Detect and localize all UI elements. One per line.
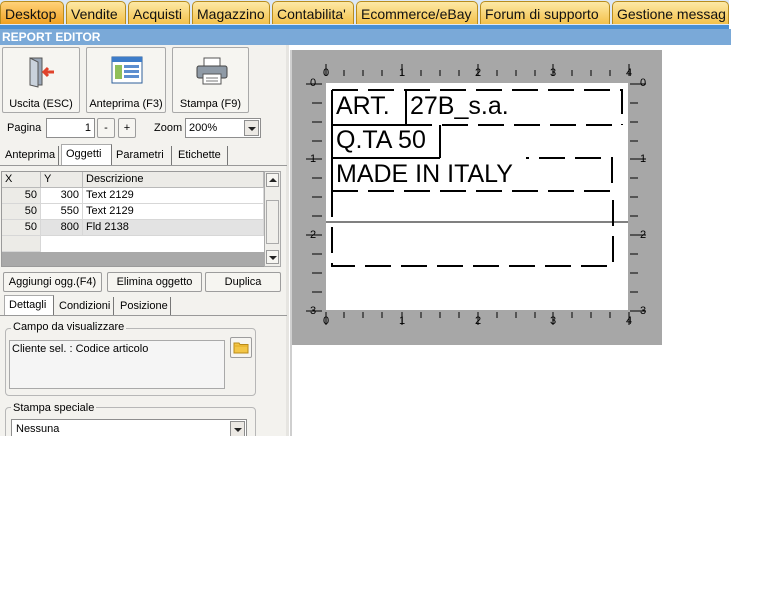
- folder-button[interactable]: [230, 337, 252, 358]
- page-label: Pagina: [7, 122, 42, 134]
- field-group-title: Campo da visualizzare: [11, 321, 127, 333]
- ruler-left-label: 0: [310, 77, 317, 89]
- tab-contabilita[interactable]: Contabilita': [272, 1, 354, 24]
- objects-table: X Y Descrizione 50 300 Text 2129 50 550 …: [1, 171, 265, 267]
- tab-condizioni[interactable]: Condizioni: [55, 297, 114, 316]
- printer-icon: [196, 57, 228, 85]
- print-button-label: Stampa (F9): [179, 98, 242, 110]
- panel-splitter[interactable]: [286, 45, 289, 436]
- page-minus-button[interactable]: -: [97, 118, 115, 138]
- chevron-down-icon: [269, 256, 277, 260]
- zoom-select[interactable]: 200%: [185, 118, 261, 138]
- delete-object-button[interactable]: Elimina oggetto: [107, 272, 202, 292]
- column-header-y[interactable]: Y: [41, 172, 83, 188]
- tab-dettagli[interactable]: Dettagli: [4, 295, 54, 315]
- tab-ecommerce[interactable]: Ecommerce/eBay: [356, 1, 478, 24]
- ruler-top-label: 0: [323, 67, 330, 79]
- scroll-down-button[interactable]: [266, 250, 279, 264]
- tabs-divider: [0, 165, 287, 166]
- tab-gestione-messaggi[interactable]: Gestione messag: [612, 1, 729, 24]
- ruler-right-label: 2: [640, 229, 647, 241]
- window-title: REPORT EDITOR: [0, 29, 731, 45]
- preview-button-label: Anteprima (F3): [89, 98, 163, 110]
- tab-posizione[interactable]: Posizione: [116, 297, 171, 316]
- ruler-top-label: 1: [399, 67, 406, 79]
- cell-x[interactable]: 50: [2, 188, 41, 204]
- scroll-thumb[interactable]: [266, 200, 279, 244]
- exit-button[interactable]: Uscita (ESC): [2, 47, 80, 113]
- empty-row-header: [2, 236, 41, 252]
- cell-y[interactable]: 550: [41, 204, 83, 220]
- exit-button-label: Uscita (ESC): [9, 98, 73, 110]
- ruler-right-label: 3: [640, 305, 647, 317]
- ruler-top-label: 3: [550, 67, 557, 79]
- ruler-left-label: 3: [310, 305, 317, 317]
- chevron-down-icon[interactable]: [244, 120, 259, 136]
- tab-magazzino[interactable]: Magazzino: [192, 1, 270, 24]
- ruler-right-label: 0: [640, 77, 647, 89]
- tab-anteprima[interactable]: Anteprima: [1, 146, 59, 165]
- table-scrollbar[interactable]: [264, 171, 281, 267]
- cell-x[interactable]: 50: [2, 220, 41, 236]
- ruler-bottom-label: 4: [626, 315, 633, 327]
- special-print-title: Stampa speciale: [11, 402, 97, 414]
- cell-y[interactable]: 800: [41, 220, 83, 236]
- chevron-up-icon: [269, 178, 277, 182]
- folder-icon: [233, 342, 249, 354]
- label-text-origin[interactable]: MADE IN ITALY: [336, 159, 513, 189]
- ruler-bottom-label: 1: [399, 315, 406, 327]
- ruler-left-label: 2: [310, 229, 317, 241]
- page-input[interactable]: 1: [46, 118, 95, 138]
- ruler-bottom-label: 3: [550, 315, 557, 327]
- cell-description[interactable]: Fld 2138: [83, 220, 264, 236]
- tab-desktop[interactable]: Desktop: [0, 1, 64, 24]
- preview-button[interactable]: Anteprima (F3): [86, 47, 166, 113]
- ruler-bottom-label: 0: [323, 315, 330, 327]
- ruler-top-label: 4: [626, 67, 633, 79]
- tab-vendite[interactable]: Vendite: [66, 1, 126, 24]
- special-print-value: Nessuna: [16, 423, 60, 435]
- ruler-top-label: 2: [475, 67, 482, 79]
- grid-empty-area: [2, 252, 264, 266]
- cell-y[interactable]: 300: [41, 188, 83, 204]
- column-header-x[interactable]: X: [2, 172, 41, 188]
- scroll-up-button[interactable]: [266, 173, 279, 187]
- tab-etichette[interactable]: Etichette: [174, 146, 228, 165]
- print-button[interactable]: Stampa (F9): [172, 47, 249, 113]
- detail-tabs-divider: [0, 315, 287, 316]
- zoom-label: Zoom: [154, 122, 183, 134]
- tab-parametri[interactable]: Parametri: [112, 146, 172, 165]
- panel-bottom-clip: [0, 436, 290, 614]
- ruler-left-label: 1: [310, 153, 317, 165]
- label-text-qty[interactable]: Q.TA 50: [336, 125, 426, 155]
- preview-window-icon: [111, 56, 143, 84]
- label-text-code[interactable]: 27B_s.a.: [410, 91, 509, 121]
- module-tab-bar: Desktop Vendite Acquisti Magazzino Conta…: [0, 0, 729, 25]
- tab-oggetti[interactable]: Oggetti: [61, 144, 112, 165]
- field-display[interactable]: Cliente sel. : Codice articolo: [9, 340, 225, 389]
- tab-forum[interactable]: Forum di supporto: [480, 1, 610, 24]
- tab-acquisti[interactable]: Acquisti: [128, 1, 190, 24]
- cell-x[interactable]: 50: [2, 204, 41, 220]
- page-plus-button[interactable]: +: [118, 118, 136, 138]
- exit-door-icon: [29, 57, 54, 88]
- cell-description[interactable]: Text 2129: [83, 204, 264, 220]
- duplicate-button[interactable]: Duplica: [205, 272, 281, 292]
- label-text-art[interactable]: ART.: [336, 91, 390, 121]
- chevron-down-icon[interactable]: [230, 421, 245, 437]
- field-value: Cliente sel. : Codice articolo: [12, 343, 149, 355]
- cell-description[interactable]: Text 2129: [83, 188, 264, 204]
- column-header-descrizione[interactable]: Descrizione: [83, 172, 264, 188]
- zoom-value: 200%: [189, 122, 218, 134]
- add-object-button[interactable]: Aggiungi ogg.(F4): [3, 272, 102, 292]
- ruler-bottom-label: 2: [475, 315, 482, 327]
- ruler-right-label: 1: [640, 153, 647, 165]
